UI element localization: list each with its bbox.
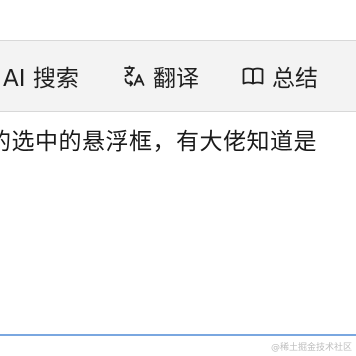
- selected-text-line: 的选中的悬浮框，有大佬知道是: [0, 129, 317, 155]
- book-icon: [241, 64, 265, 88]
- summary-button[interactable]: 总结: [241, 41, 318, 111]
- translate-button[interactable]: 翻译: [122, 41, 199, 111]
- watermark: @稀土掘金技术社区: [270, 343, 352, 353]
- selection-toolbar: AI 搜索 翻译 总结: [0, 40, 356, 112]
- summary-label: 总结: [272, 66, 318, 92]
- ai-search-button[interactable]: AI 搜索: [3, 41, 79, 111]
- ai-search-label: AI 搜索: [3, 66, 79, 92]
- translate-label: 翻译: [153, 66, 199, 92]
- translate-icon: [122, 64, 146, 88]
- page: AI 搜索 翻译 总结 的选中的悬浮框，有大佬知道是 @稀土掘金技术社区: [0, 0, 356, 356]
- content-border: [0, 334, 356, 336]
